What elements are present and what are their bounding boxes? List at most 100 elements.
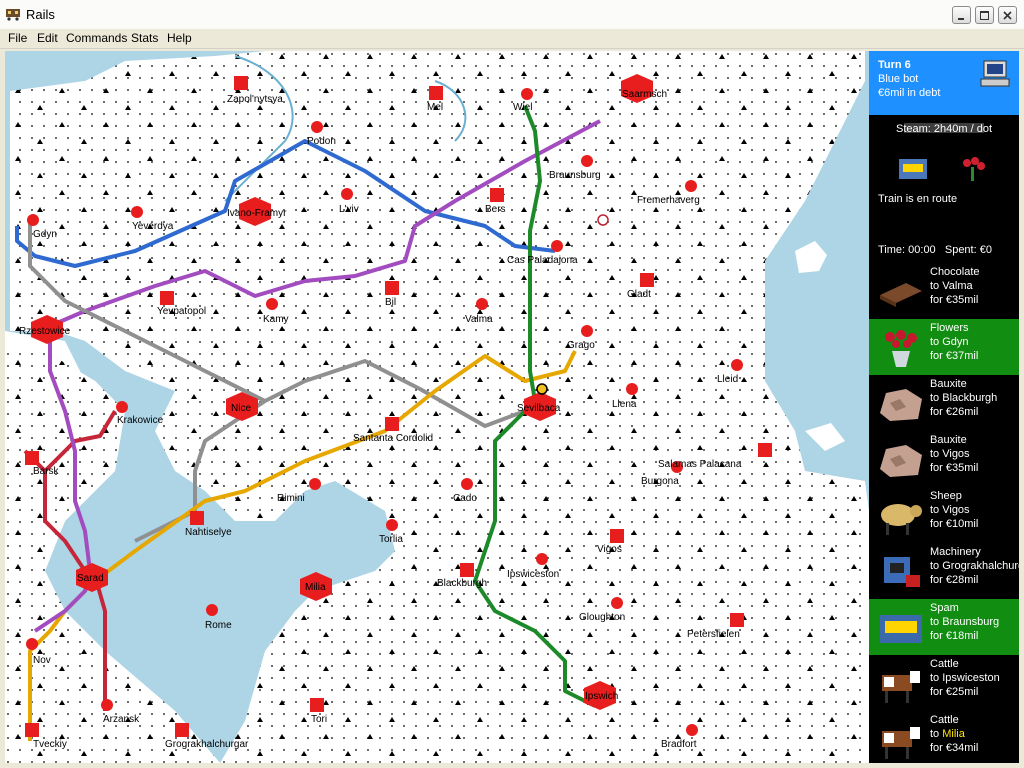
demand-destination: Blackburgh bbox=[942, 392, 998, 404]
city-label: Sarad bbox=[77, 573, 104, 584]
demand-card[interactable]: Spam to Braunsburg for €18mil bbox=[869, 599, 1019, 655]
demand-payment: for €18mil bbox=[930, 630, 979, 642]
money-status: €6mil in debt bbox=[878, 87, 941, 99]
city-label: Nahtiselye bbox=[185, 527, 232, 538]
demand-payment: for €28mil bbox=[930, 574, 979, 586]
demand-card[interactable]: Cattle to Milia for €34mil bbox=[869, 711, 1019, 763]
demand-payment: for €35mil bbox=[930, 294, 979, 306]
city-label: Zapol'nytsya bbox=[227, 94, 283, 105]
demand-payment: for €37mil bbox=[930, 350, 979, 362]
city-label: Bers bbox=[485, 204, 506, 215]
city-label: Cado bbox=[453, 493, 477, 504]
menu-bar: File Edit Commands Stats Help bbox=[0, 29, 1024, 49]
island bbox=[795, 241, 827, 273]
title-bar[interactable]: Rails bbox=[0, 0, 1024, 30]
bauxite-icon bbox=[880, 389, 922, 421]
demand-card[interactable]: Chocolate to Valma for €35mil bbox=[869, 263, 1019, 319]
menu-file[interactable]: File bbox=[8, 31, 27, 45]
spent-label: Spent: €0 bbox=[944, 244, 992, 256]
flowers-icon bbox=[963, 157, 985, 181]
city-label: Lleid bbox=[717, 374, 738, 385]
demand-to: to bbox=[930, 280, 943, 292]
city-label: Gdyn bbox=[33, 229, 57, 240]
steam-speed: Steam: 2h40m / dot bbox=[896, 123, 992, 135]
demand-card[interactable]: Bauxite to Vigos for €35mil bbox=[869, 431, 1019, 487]
chocolate-icon bbox=[880, 283, 922, 307]
city-label: Bradfort bbox=[661, 739, 697, 750]
game-map[interactable]: Zapol'nytsya Mel Wiel Saarmsch Podon Bra… bbox=[5, 51, 869, 763]
city-label: Rome bbox=[205, 620, 232, 631]
menu-commands[interactable]: Commands bbox=[66, 31, 127, 45]
demand-card[interactable]: Flowers to Gdyn for €37mil bbox=[869, 319, 1019, 375]
city-label: Gladt bbox=[627, 289, 651, 300]
minimize-button[interactable] bbox=[952, 6, 971, 24]
time-spent: Time: 00:00 Spent: €0 bbox=[878, 244, 992, 256]
demand-destination: Gdyn bbox=[942, 336, 969, 348]
train-marker[interactable] bbox=[536, 383, 548, 395]
rails-app-icon bbox=[6, 9, 20, 21]
info-panel: Turn 6 Blue bot €6mil in debt Steam: 2h4… bbox=[869, 51, 1019, 763]
city-label: Burgona bbox=[641, 476, 679, 487]
sheep-icon bbox=[881, 504, 922, 535]
demand-card[interactable]: Bauxite to Blackburgh for €26mil bbox=[869, 375, 1019, 431]
demand-cargo: Flowers bbox=[930, 322, 969, 334]
city-label: Grograkhalchurgar bbox=[165, 739, 249, 750]
demand-to: to bbox=[930, 336, 943, 348]
city-label: Fremerhaverg bbox=[637, 195, 700, 206]
demand-cargo: Spam bbox=[930, 602, 959, 614]
maximize-button[interactable] bbox=[975, 6, 994, 24]
city-label: Ipswiceston bbox=[507, 569, 559, 580]
city-label: L'viv bbox=[339, 204, 359, 215]
city-label: Saarmsch bbox=[622, 89, 667, 100]
spam-crate-icon bbox=[899, 159, 927, 179]
city-label: Llena bbox=[612, 399, 637, 410]
city-label: Yevpatopol bbox=[157, 306, 206, 317]
city-label: Kamy bbox=[263, 314, 289, 325]
city-label: Barsk bbox=[33, 466, 60, 477]
city-label: Torlia bbox=[379, 534, 403, 545]
minimize-icon bbox=[958, 18, 964, 20]
demand-to: to bbox=[930, 560, 943, 572]
demand-to: to bbox=[930, 616, 943, 628]
city-label: Cas Paladajona bbox=[507, 255, 578, 266]
demand-to: to bbox=[930, 504, 943, 516]
demand-cargo: Cattle bbox=[930, 714, 959, 726]
city-label: Podon bbox=[307, 136, 336, 147]
demand-payment: for €34mil bbox=[930, 742, 979, 754]
city-label: Grago bbox=[567, 340, 595, 351]
demand-destination: Grograkhalchurgar bbox=[942, 560, 1019, 572]
cattle-icon bbox=[882, 671, 920, 703]
menu-edit[interactable]: Edit bbox=[37, 31, 58, 45]
demand-destination: Ipswiceston bbox=[942, 672, 1000, 684]
city-label: Bil bbox=[385, 297, 396, 308]
menu-help[interactable]: Help bbox=[167, 31, 192, 45]
demand-destination: Valma bbox=[942, 280, 973, 292]
city-label: Blackburgh bbox=[437, 578, 487, 589]
demand-destination-highlighted: Milia bbox=[942, 728, 965, 740]
spam-icon bbox=[880, 615, 922, 643]
city-label: Petersfielen bbox=[687, 629, 740, 640]
demand-payment: for €26mil bbox=[930, 406, 979, 418]
demand-cargo: Chocolate bbox=[930, 266, 980, 278]
demand-payment: for €10mil bbox=[930, 518, 979, 530]
train-status: Train is en route bbox=[878, 193, 958, 205]
city-label: Wiel bbox=[513, 102, 532, 113]
demand-card[interactable]: Sheep to Vigos for €10mil bbox=[869, 487, 1019, 543]
city-label: Sevilbaca bbox=[517, 403, 561, 414]
menu-stats[interactable]: Stats bbox=[131, 31, 158, 45]
city-label: Santanta Cordolid bbox=[353, 433, 433, 444]
city-label: Mel bbox=[427, 102, 443, 113]
city-label: Rzestowice bbox=[19, 326, 71, 337]
demand-card[interactable]: Machinery to Grograkhalchurgar for €28mil bbox=[869, 543, 1019, 599]
city-label: Krakowice bbox=[117, 415, 164, 426]
city-label: Rimini bbox=[277, 493, 305, 504]
demand-cargo: Cattle bbox=[930, 658, 959, 670]
demand-cargo: Sheep bbox=[930, 490, 962, 502]
city-label: Ivano-Framyr bbox=[227, 208, 287, 219]
map-canvas[interactable]: Zapol'nytsya Mel Wiel Saarmsch Podon Bra… bbox=[5, 51, 869, 763]
close-button[interactable] bbox=[998, 6, 1017, 24]
demand-card[interactable]: Cattle to Ipswiceston for €25mil bbox=[869, 655, 1019, 711]
city-label: Tveckiy bbox=[33, 739, 67, 750]
city-label: Valma bbox=[465, 314, 493, 325]
demand-destination: Braunsburg bbox=[942, 616, 1000, 628]
